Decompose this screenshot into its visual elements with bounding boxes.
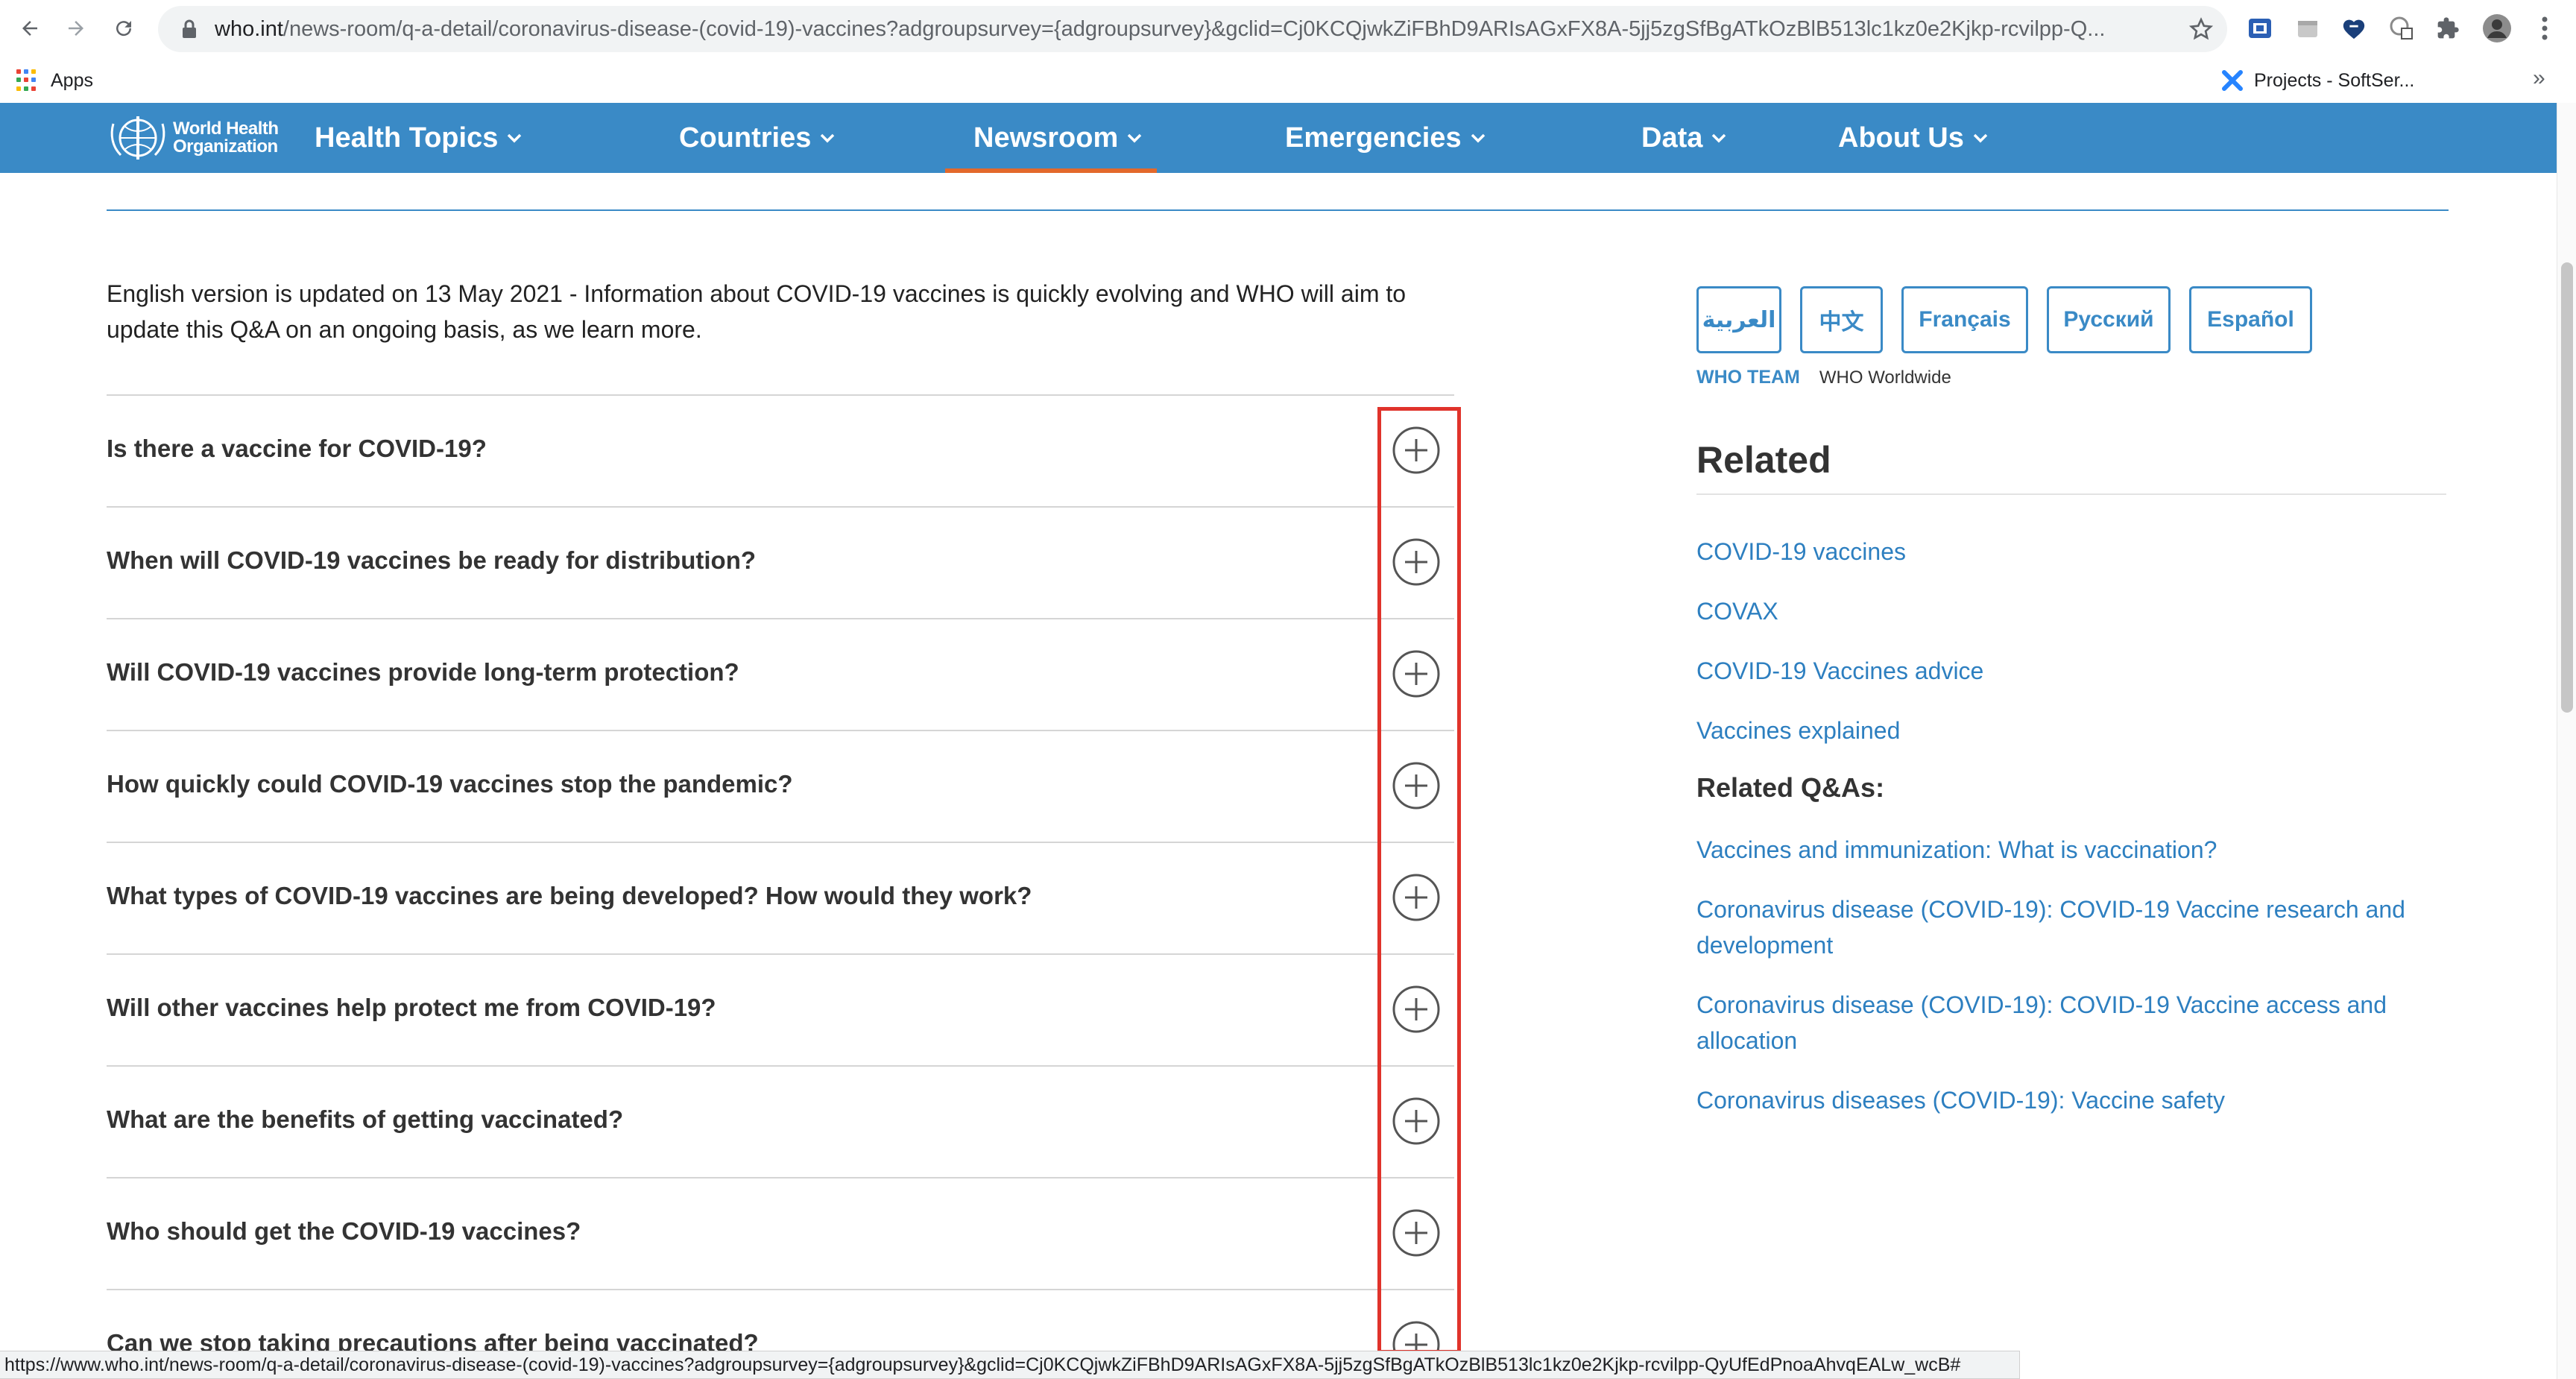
related-qa-link[interactable]: Vaccines and immunization: What is vacci… bbox=[1696, 832, 2449, 868]
nav-label: Emergencies bbox=[1285, 122, 1462, 154]
who-team: WHO TEAM WHO Worldwide bbox=[1696, 367, 1951, 388]
extensions-puzzle-icon[interactable] bbox=[2431, 12, 2464, 45]
related-qas-heading: Related Q&As: bbox=[1696, 772, 1885, 803]
nav-active-indicator bbox=[945, 168, 1157, 173]
chevron-down-icon bbox=[1711, 133, 1726, 143]
qa-accordion: Is there a vaccine for COVID-19? When wi… bbox=[107, 394, 1454, 1379]
lang-button-spanish[interactable]: Español bbox=[2189, 286, 2312, 353]
bookmark-star-icon[interactable] bbox=[2185, 13, 2217, 45]
team-value: WHO Worldwide bbox=[1819, 367, 1951, 388]
nav-countries[interactable]: Countries bbox=[679, 103, 835, 173]
browser-menu-icon[interactable] bbox=[2528, 12, 2561, 45]
chevron-down-icon bbox=[1471, 133, 1486, 143]
projects-bookmark[interactable]: Projects - SoftSer... bbox=[2221, 66, 2414, 95]
who-emblem-icon bbox=[110, 116, 165, 160]
who-logo-line1: World Health bbox=[173, 119, 279, 139]
url-path: /news-room/q-a-detail/coronavirus-diseas… bbox=[282, 16, 2106, 41]
related-link[interactable]: COVID-19 vaccines bbox=[1696, 534, 2449, 569]
who-logo-line2: Organization bbox=[173, 136, 278, 157]
qa-item[interactable]: Who should get the COVID-19 vaccines? bbox=[107, 1177, 1454, 1289]
team-label: WHO TEAM bbox=[1696, 367, 1800, 388]
nav-newsroom[interactable]: Newsroom bbox=[973, 103, 1142, 173]
nav-about-us[interactable]: About Us bbox=[1838, 103, 1988, 173]
qa-question[interactable]: Who should get the COVID-19 vaccines? bbox=[107, 1217, 581, 1246]
nav-emergencies[interactable]: Emergencies bbox=[1285, 103, 1486, 173]
jira-x-icon bbox=[2222, 70, 2243, 91]
extension-box-icon[interactable] bbox=[2291, 12, 2324, 45]
extension-globe-icon[interactable] bbox=[2385, 12, 2418, 45]
qa-question[interactable]: Will COVID-19 vaccines provide long-term… bbox=[107, 658, 739, 687]
arrow-left-icon bbox=[22, 21, 37, 36]
page-scrollbar-thumb[interactable] bbox=[2561, 262, 2573, 713]
related-heading: Related bbox=[1696, 439, 1831, 481]
bookmarks-overflow-icon[interactable]: » bbox=[2533, 66, 2545, 95]
qa-item[interactable]: Will other vaccines help protect me from… bbox=[107, 953, 1454, 1065]
qa-item[interactable]: How quickly could COVID-19 vaccines stop… bbox=[107, 730, 1454, 842]
url-text: who.int/news-room/q-a-detail/coronavirus… bbox=[215, 17, 2168, 42]
qa-question[interactable]: What are the benefits of getting vaccina… bbox=[107, 1105, 623, 1134]
who-logo[interactable]: World Health Organization bbox=[109, 113, 279, 162]
qa-question[interactable]: What types of COVID-19 vaccines are bein… bbox=[107, 882, 1032, 910]
page: who.int/news-room/q-a-detail/coronavirus… bbox=[0, 0, 2576, 1379]
link-status-bar: https://www.who.int/news-room/q-a-detail… bbox=[0, 1351, 2020, 1379]
nav-health-topics[interactable]: Health Topics bbox=[315, 103, 522, 173]
content-divider bbox=[107, 209, 2449, 211]
related-qa-link[interactable]: Coronavirus disease (COVID-19): COVID-19… bbox=[1696, 892, 2449, 963]
qa-item[interactable]: Is there a vaccine for COVID-19? bbox=[107, 394, 1454, 506]
qa-item[interactable]: What are the benefits of getting vaccina… bbox=[107, 1065, 1454, 1177]
apps-bookmark[interactable]: Apps bbox=[16, 66, 93, 95]
qa-question[interactable]: Is there a vaccine for COVID-19? bbox=[107, 435, 487, 463]
qa-item[interactable]: What types of COVID-19 vaccines are bein… bbox=[107, 842, 1454, 953]
related-divider bbox=[1696, 493, 2446, 495]
nav-label: About Us bbox=[1838, 122, 1964, 154]
arrow-right-icon bbox=[69, 21, 83, 36]
lang-button-russian[interactable]: Русский bbox=[2047, 286, 2171, 353]
forward-button[interactable] bbox=[57, 9, 95, 48]
qa-question[interactable]: When will COVID-19 vaccines be ready for… bbox=[107, 546, 756, 575]
lang-button-french[interactable]: Français bbox=[1901, 286, 2028, 353]
intro-text: English version is updated on 13 May 202… bbox=[107, 280, 1407, 343]
qa-item[interactable]: Will COVID-19 vaccines provide long-term… bbox=[107, 618, 1454, 730]
nav-label: Data bbox=[1641, 122, 1703, 154]
related-link[interactable]: COVID-19 Vaccines advice bbox=[1696, 653, 2449, 689]
projects-label: Projects - SoftSer... bbox=[2254, 69, 2415, 91]
related-qa-link[interactable]: Coronavirus diseases (COVID-19): Vaccine… bbox=[1696, 1082, 2449, 1118]
chevron-down-icon bbox=[820, 133, 835, 143]
nav-data[interactable]: Data bbox=[1641, 103, 1726, 173]
url-host: who.int bbox=[215, 16, 283, 41]
back-button[interactable] bbox=[10, 9, 49, 48]
chevron-down-icon bbox=[1973, 133, 1988, 143]
browser-toolbar: who.int/news-room/q-a-detail/coronavirus… bbox=[0, 0, 2576, 58]
highlight-annotation-box bbox=[1377, 407, 1461, 1354]
qa-item[interactable]: When will COVID-19 vaccines be ready for… bbox=[107, 506, 1454, 618]
related-qa-link[interactable]: Coronavirus disease (COVID-19): COVID-19… bbox=[1696, 987, 2449, 1058]
reload-icon bbox=[116, 21, 132, 37]
chevron-down-icon bbox=[1127, 133, 1142, 143]
who-navbar: World Health Organization Health Topics … bbox=[0, 103, 2557, 173]
related-link[interactable]: COVAX bbox=[1696, 593, 2449, 629]
reload-button[interactable] bbox=[104, 9, 143, 48]
chevron-down-icon bbox=[507, 133, 522, 143]
profile-avatar[interactable] bbox=[2481, 12, 2513, 45]
lang-button-chinese[interactable]: 中文 bbox=[1800, 286, 1883, 353]
address-bar[interactable]: who.int/news-room/q-a-detail/coronavirus… bbox=[158, 6, 2227, 52]
lang-button-arabic[interactable]: العربية bbox=[1696, 286, 1781, 353]
nav-label: Newsroom bbox=[973, 122, 1119, 154]
who-logo-text: World Health Organization bbox=[173, 120, 279, 156]
qa-question[interactable]: How quickly could COVID-19 vaccines stop… bbox=[107, 770, 793, 798]
apps-label: Apps bbox=[51, 69, 93, 91]
lock-icon bbox=[174, 14, 204, 44]
extension-ue-icon[interactable] bbox=[2244, 12, 2276, 45]
bookmarks-bar: Apps Projects - SoftSer... » bbox=[0, 58, 2576, 103]
related-link[interactable]: Vaccines explained bbox=[1696, 713, 2449, 748]
qa-question[interactable]: Will other vaccines help protect me from… bbox=[107, 994, 716, 1022]
apps-grid-icon bbox=[16, 69, 39, 92]
nav-label: Health Topics bbox=[315, 122, 499, 154]
nav-label: Countries bbox=[679, 122, 812, 154]
extension-heart-icon[interactable] bbox=[2337, 12, 2370, 45]
language-switcher: العربية 中文 Français Русский Español bbox=[1696, 286, 2312, 353]
